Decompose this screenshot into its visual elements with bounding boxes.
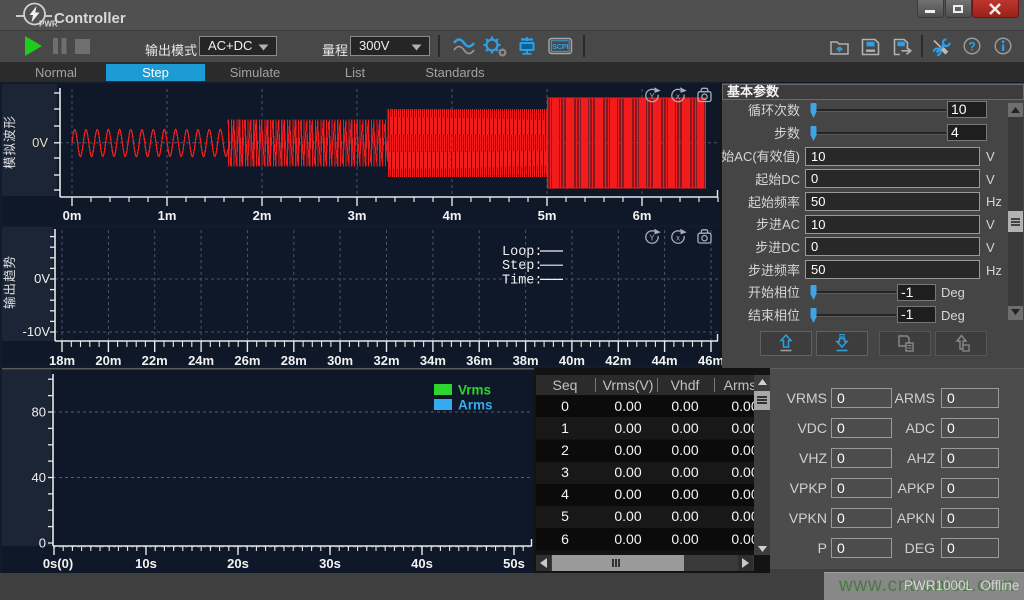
svg-text:42m: 42m — [605, 353, 631, 365]
svg-text:26m: 26m — [234, 353, 260, 365]
svg-text:Arms: Arms — [458, 398, 493, 413]
svg-text:0s(0): 0s(0) — [43, 556, 73, 571]
svg-text:44m: 44m — [652, 353, 678, 365]
svg-text:0V: 0V — [34, 271, 50, 286]
svg-text:36m: 36m — [466, 353, 492, 365]
svg-text:34m: 34m — [420, 353, 446, 365]
svg-text:30m: 30m — [327, 353, 353, 365]
svg-text:?: ? — [968, 39, 975, 53]
svg-text:0: 0 — [39, 536, 46, 551]
svg-text:2m: 2m — [253, 208, 272, 223]
svg-text:-10V: -10V — [23, 324, 51, 339]
svg-text:4m: 4m — [443, 208, 462, 223]
svg-text:30s: 30s — [319, 556, 341, 571]
svg-text:0V: 0V — [32, 135, 48, 150]
svg-text:输出趋势: 输出趋势 — [2, 255, 17, 309]
svg-text:24m: 24m — [188, 353, 214, 365]
svg-text:0m: 0m — [63, 208, 82, 223]
svg-text:Time:: Time: — [502, 273, 543, 288]
svg-text:10s: 10s — [135, 556, 157, 571]
svg-text:40: 40 — [32, 470, 46, 485]
svg-text:32m: 32m — [373, 353, 399, 365]
svg-text:Vrms: Vrms — [458, 383, 491, 398]
svg-text:SCPI: SCPI — [552, 42, 569, 51]
svg-text:Loop:: Loop: — [502, 245, 543, 260]
svg-text:20m: 20m — [95, 353, 121, 365]
svg-text:6m: 6m — [633, 208, 652, 223]
svg-text:28m: 28m — [281, 353, 307, 365]
svg-text:5m: 5m — [538, 208, 557, 223]
svg-text:40s: 40s — [411, 556, 433, 571]
svg-text:模拟波形: 模拟波形 — [3, 115, 17, 169]
svg-text:1m: 1m — [158, 208, 177, 223]
svg-text:22m: 22m — [142, 353, 168, 365]
svg-text:3m: 3m — [348, 208, 367, 223]
svg-text:40m: 40m — [559, 353, 585, 365]
svg-text:Step:: Step: — [502, 259, 543, 274]
svg-text:80: 80 — [32, 405, 46, 420]
svg-text:46m: 46m — [698, 353, 724, 365]
svg-text:20s: 20s — [227, 556, 249, 571]
svg-text:18m: 18m — [49, 353, 75, 365]
svg-text:38m: 38m — [513, 353, 539, 365]
svg-text:50s: 50s — [503, 556, 525, 571]
